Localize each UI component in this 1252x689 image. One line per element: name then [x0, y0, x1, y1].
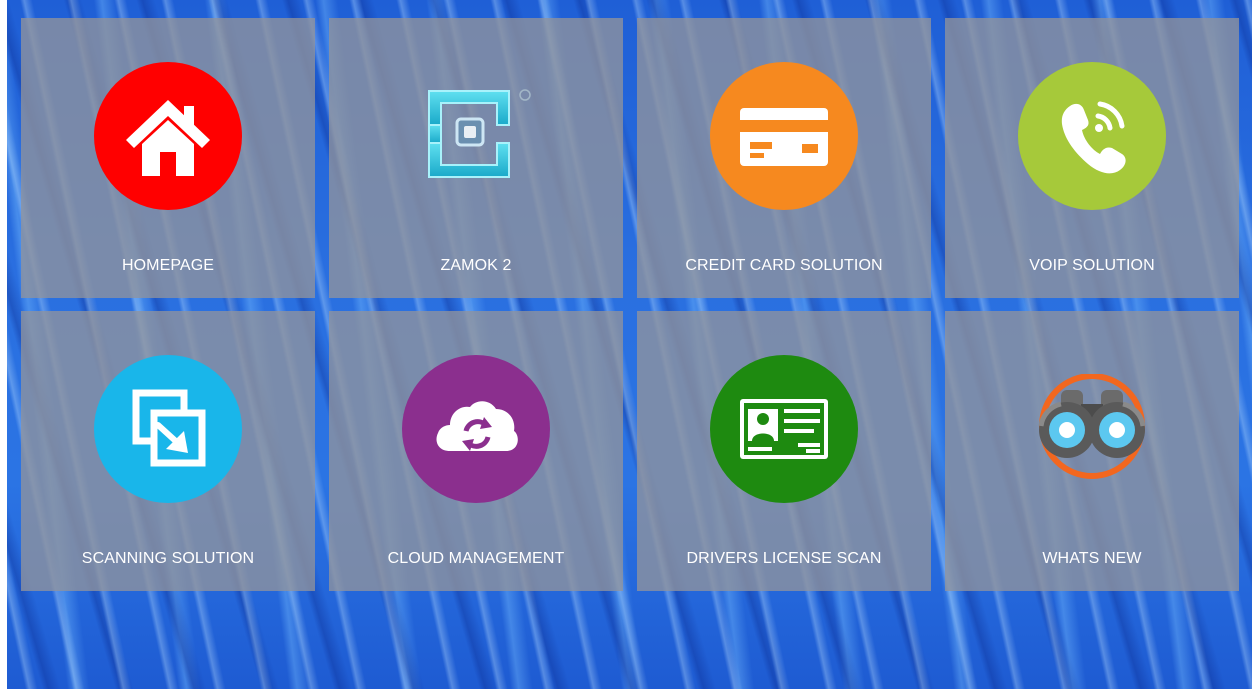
tile-label: WHATS NEW — [1042, 550, 1142, 567]
tile-label: VOIP SOLUTION — [1029, 257, 1155, 274]
credit-card-icon — [710, 62, 858, 210]
tile-label: DRIVERS LICENSE SCAN — [686, 550, 882, 567]
tile-label: HOMEPAGE — [121, 257, 215, 274]
tile-cloud-management[interactable]: CLOUD MANAGEMENT — [329, 311, 623, 591]
binoculars-icon — [1018, 355, 1166, 503]
desktop-background: HOMEPAGE ZAMOK 2 CREDIT CARD SOLUTION VO… — [7, 0, 1252, 689]
tile-whats-new[interactable]: WHATS NEW — [945, 311, 1239, 591]
tile-label: CLOUD MANAGEMENT — [387, 550, 565, 567]
id-card-icon — [710, 355, 858, 503]
cloud-sync-icon — [402, 355, 550, 503]
tile-scanning-solution[interactable]: SCANNING SOLUTION — [21, 311, 315, 591]
phone-icon — [1018, 62, 1166, 210]
tile-credit-card-solution[interactable]: CREDIT CARD SOLUTION — [637, 18, 931, 298]
tile-zamok-2[interactable]: ZAMOK 2 — [329, 18, 623, 298]
tile-homepage[interactable]: HOMEPAGE — [21, 18, 315, 298]
tile-label: CREDIT CARD SOLUTION — [685, 257, 883, 274]
tile-label: ZAMOK 2 — [440, 257, 512, 274]
home-icon — [94, 62, 242, 210]
scan-icon — [94, 355, 242, 503]
tile-voip-solution[interactable]: VOIP SOLUTION — [945, 18, 1239, 298]
zamok-logo-icon — [402, 62, 550, 210]
tile-drivers-license-scan[interactable]: DRIVERS LICENSE SCAN — [637, 311, 931, 591]
tile-label: SCANNING SOLUTION — [81, 550, 255, 567]
